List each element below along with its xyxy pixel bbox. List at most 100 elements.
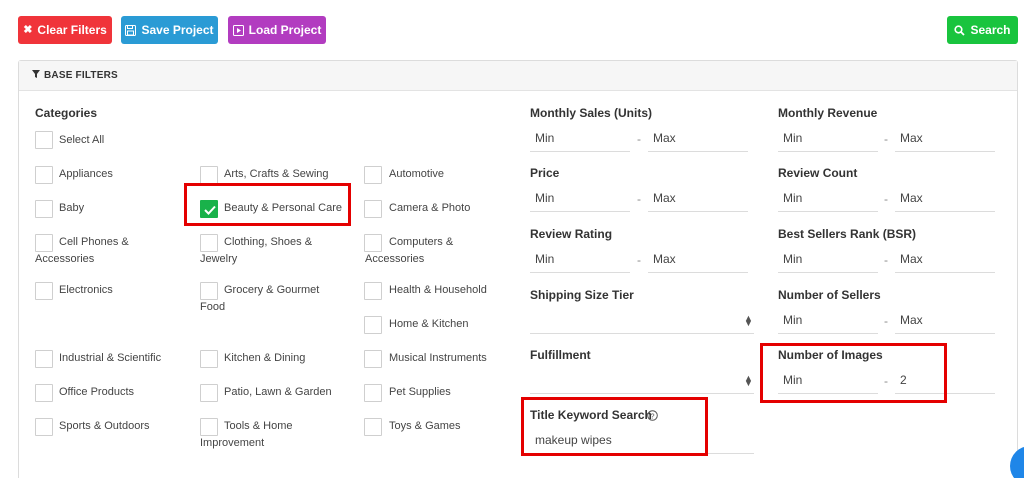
category-label-select-all: Select All: [59, 134, 105, 146]
checkbox-electronics[interactable]: [35, 282, 53, 300]
range-separator: -: [884, 132, 888, 146]
category-label-pet: Pet Supplies: [389, 386, 451, 398]
price-max-input[interactable]: Max: [648, 184, 748, 212]
range-separator: -: [637, 192, 641, 206]
category-label-industrial: Industrial & Scientific: [59, 352, 162, 364]
load-project-button[interactable]: Load Project: [228, 16, 326, 44]
clear-filters-label: Clear Filters: [37, 23, 107, 37]
category-label-health: Health & Household: [389, 284, 487, 296]
checkbox-patio[interactable]: [200, 384, 218, 402]
monthly-revenue-label: Monthly Revenue: [778, 106, 878, 120]
highlight-number-of-images: [760, 343, 947, 403]
close-icon: ✖: [23, 23, 33, 36]
range-separator: -: [884, 314, 888, 328]
checkbox-appliances[interactable]: [35, 166, 53, 184]
range-separator: -: [637, 132, 641, 146]
fulfillment-select[interactable]: [530, 366, 754, 394]
checkbox-camera[interactable]: [364, 200, 382, 218]
review-rating-label: Review Rating: [530, 227, 613, 241]
category-label-home-kitchen: Home & Kitchen: [389, 318, 469, 330]
highlight-keyword-search: [521, 397, 708, 456]
panel-title: BASE FILTERS: [44, 70, 118, 81]
load-project-label: Load Project: [248, 23, 322, 37]
price-label: Price: [530, 166, 560, 180]
monthly-sales-min-input[interactable]: Min: [530, 124, 630, 152]
checkbox-health[interactable]: [364, 282, 382, 300]
checkbox-grocery[interactable]: [200, 282, 218, 300]
search-button[interactable]: Search: [947, 16, 1018, 44]
monthly-revenue-max-input[interactable]: Max: [895, 124, 995, 152]
category-label-clothing-line1: Clothing, Shoes &: [224, 236, 313, 248]
category-label-electronics: Electronics: [59, 284, 113, 296]
filter-icon: [32, 70, 40, 81]
save-project-button[interactable]: Save Project: [121, 16, 218, 44]
checkbox-clothing[interactable]: [200, 234, 218, 252]
clear-filters-button[interactable]: ✖ Clear Filters: [18, 16, 112, 44]
search-label: Search: [970, 23, 1011, 37]
checkbox-automotive[interactable]: [364, 166, 382, 184]
bsr-max-input[interactable]: Max: [895, 245, 995, 273]
price-min-input[interactable]: Min: [530, 184, 630, 212]
review-rating-max-input[interactable]: Max: [648, 245, 748, 273]
sellers-max-input[interactable]: Max: [895, 306, 995, 334]
category-label-toys: Toys & Games: [389, 420, 461, 432]
checkbox-home-kitchen[interactable]: [364, 316, 382, 334]
checkbox-cell-phones[interactable]: [35, 234, 53, 252]
category-label-computers-line1: Computers &: [389, 236, 454, 248]
category-label-arts: Arts, Crafts & Sewing: [224, 168, 329, 180]
category-label-clothing-line2: Jewelry: [200, 253, 238, 265]
review-rating-min-input[interactable]: Min: [530, 245, 630, 273]
monthly-revenue-min-input[interactable]: Min: [778, 124, 878, 152]
checkbox-industrial[interactable]: [35, 350, 53, 368]
monthly-sales-label: Monthly Sales (Units): [530, 106, 653, 120]
checkbox-sports[interactable]: [35, 418, 53, 436]
select-arrows-icon: ▲ ▼: [744, 373, 753, 388]
category-label-grocery-line2: Food: [200, 301, 226, 313]
categories-heading: Categories: [35, 106, 98, 120]
checkbox-select-all[interactable]: [35, 131, 53, 149]
fulfillment-label: Fulfillment: [530, 348, 591, 362]
checkbox-computers[interactable]: [364, 234, 382, 252]
category-label-office: Office Products: [59, 386, 134, 398]
category-label-patio: Patio, Lawn & Garden: [224, 386, 332, 398]
checkbox-baby[interactable]: [35, 200, 53, 218]
category-label-camera: Camera & Photo: [389, 202, 471, 214]
checkbox-toys[interactable]: [364, 418, 382, 436]
category-label-automotive: Automotive: [389, 168, 445, 180]
review-count-max-input[interactable]: Max: [895, 184, 995, 212]
category-label-cell-phones-line2: Accessories: [35, 253, 95, 265]
range-separator: -: [884, 192, 888, 206]
category-label-kitchen: Kitchen & Dining: [224, 352, 306, 364]
sellers-min-input[interactable]: Min: [778, 306, 878, 334]
monthly-sales-max-input[interactable]: Max: [648, 124, 748, 152]
review-count-min-input[interactable]: Min: [778, 184, 878, 212]
category-label-tools-line2: Improvement: [200, 437, 265, 449]
review-count-label: Review Count: [778, 166, 858, 180]
category-label-grocery-line1: Grocery & Gourmet: [224, 284, 320, 296]
search-icon: [954, 24, 966, 36]
category-label-appliances: Appliances: [59, 168, 113, 180]
checkbox-kitchen[interactable]: [200, 350, 218, 368]
checkbox-arts[interactable]: [200, 166, 218, 184]
select-arrows-icon: ▲ ▼: [744, 313, 753, 328]
checkbox-tools[interactable]: [200, 418, 218, 436]
category-label-cell-phones-line1: Cell Phones &: [59, 236, 129, 248]
category-label-baby: Baby: [59, 202, 85, 214]
checkbox-musical[interactable]: [364, 350, 382, 368]
bsr-min-input[interactable]: Min: [778, 245, 878, 273]
range-separator: -: [884, 253, 888, 267]
bsr-label: Best Sellers Rank (BSR): [778, 227, 917, 241]
category-label-musical: Musical Instruments: [389, 352, 487, 364]
category-label-tools-line1: Tools & Home: [224, 420, 293, 432]
shipping-size-tier-label: Shipping Size Tier: [530, 288, 634, 302]
checkbox-office[interactable]: [35, 384, 53, 402]
shipping-size-tier-select[interactable]: [530, 306, 754, 334]
panel-header: BASE FILTERS: [19, 61, 1017, 91]
play-square-icon: [232, 24, 244, 36]
highlight-beauty-category: [184, 183, 351, 226]
category-label-computers-line2: Accessories: [365, 253, 425, 265]
checkbox-pet[interactable]: [364, 384, 382, 402]
floppy-disk-icon: [125, 24, 137, 36]
save-project-label: Save Project: [141, 23, 214, 37]
number-of-sellers-label: Number of Sellers: [778, 288, 881, 302]
